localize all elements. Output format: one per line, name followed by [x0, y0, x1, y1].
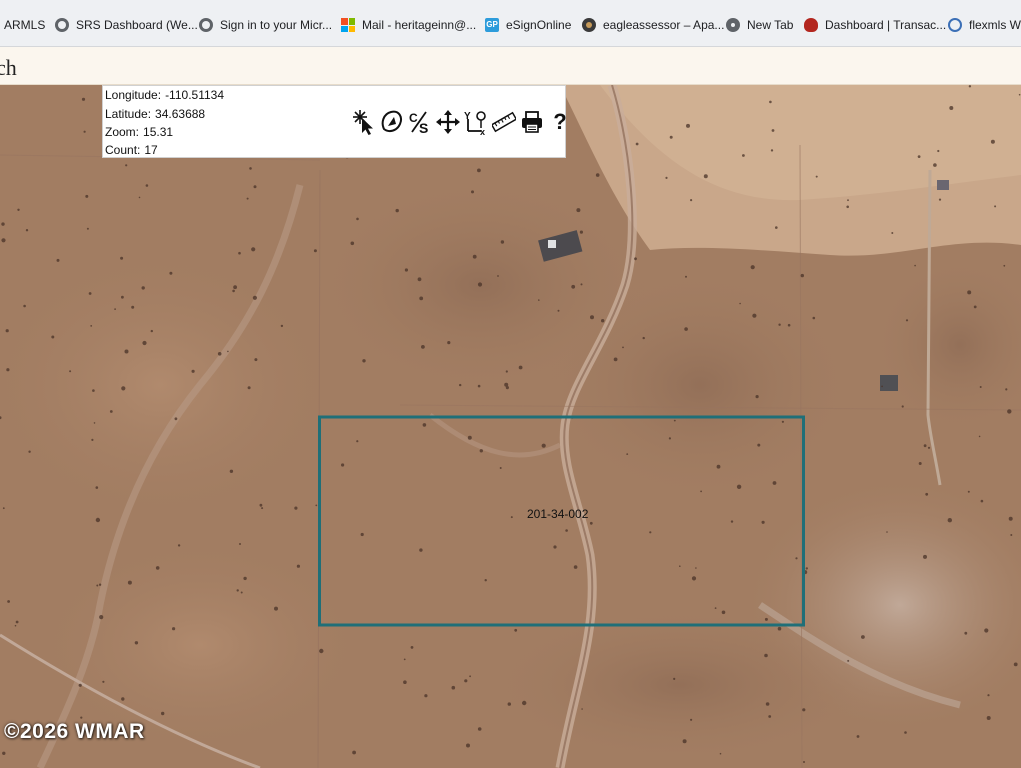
- page-title: ch: [0, 55, 17, 80]
- svg-text:x: x: [480, 127, 485, 135]
- bookmark-flexmls[interactable]: flexmls We: [948, 18, 1021, 32]
- identify-tool-button[interactable]: [352, 109, 376, 135]
- globe-icon: [55, 18, 69, 32]
- svg-text:S: S: [419, 120, 428, 135]
- bookmark-label: Dashboard | Transac...: [825, 18, 947, 32]
- bookmark-esignonline[interactable]: GP eSignOnline: [485, 18, 571, 32]
- microsoft-icon: [341, 18, 355, 32]
- aerial-map[interactable]: [0, 85, 1021, 768]
- bookmark-label: SRS Dashboard (We...: [76, 18, 198, 32]
- bookmark-label: ARMLS: [4, 18, 46, 32]
- help-tool-button[interactable]: ?: [548, 109, 572, 135]
- printer-icon: [522, 111, 542, 133]
- bookmark-label: eSignOnline: [506, 18, 572, 32]
- bookmark-mail[interactable]: Mail - heritageinn@...: [341, 18, 476, 32]
- measure-tool-button[interactable]: [492, 109, 516, 135]
- gp-icon: GP: [485, 18, 499, 32]
- percent-tool-button[interactable]: C S: [408, 109, 432, 135]
- flexmls-icon: [948, 18, 962, 32]
- copyright-watermark: ©2026 WMAR: [4, 720, 145, 743]
- longitude-label: Longitude:: [105, 88, 162, 102]
- bookmark-label: flexmls We: [969, 18, 1021, 32]
- aerial-imagery: [0, 85, 1021, 768]
- bookmark-label: Mail - heritageinn@...: [362, 18, 477, 32]
- xy-coordinate-icon: Y x: [464, 111, 486, 135]
- chrome-icon: [726, 18, 740, 32]
- zoom-readout: Zoom: 15.31: [105, 125, 173, 139]
- bookmark-srs-dashboard[interactable]: SRS Dashboard (We...: [55, 18, 198, 32]
- bookmarks-bar: ARMLS SRS Dashboard (We... Sign in to yo…: [0, 0, 1021, 47]
- zoom-label: Zoom:: [105, 125, 140, 139]
- lasso-select-tool-button[interactable]: [380, 109, 404, 135]
- zoom-value: 15.31: [143, 125, 174, 139]
- ruler-icon: [492, 111, 516, 133]
- latitude-readout: Latitude: 34.63688: [105, 107, 205, 121]
- help-icon: ?: [553, 109, 567, 134]
- dashboard-icon: [804, 18, 818, 32]
- page-header: ch: [0, 47, 1021, 85]
- count-value: 17: [144, 143, 158, 157]
- svg-text:C: C: [409, 111, 418, 125]
- lasso-icon: [381, 110, 402, 133]
- bookmark-new-tab[interactable]: New Tab: [726, 18, 793, 32]
- bookmark-label: eagleassessor – Apa...: [603, 18, 725, 32]
- latitude-label: Latitude:: [105, 107, 152, 121]
- parcel-id-label: 201-34-002: [527, 507, 589, 521]
- longitude-value: -110.51134: [165, 88, 225, 102]
- eagle-icon: [582, 18, 596, 32]
- globe-icon: [199, 18, 213, 32]
- count-label: Count:: [105, 143, 141, 157]
- pan-tool-button[interactable]: [436, 109, 460, 135]
- map-toolbar: C S Y x ?: [352, 108, 572, 136]
- bookmark-microsoft-signin[interactable]: Sign in to your Micr...: [199, 18, 332, 32]
- latitude-value: 34.63688: [155, 107, 206, 121]
- bookmark-label: Sign in to your Micr...: [220, 18, 333, 32]
- bookmark-label: New Tab: [747, 18, 794, 32]
- pan-arrows-icon: [436, 110, 460, 134]
- bookmark-armls[interactable]: ARMLS: [4, 18, 45, 32]
- bookmark-dashboard-transac[interactable]: Dashboard | Transac...: [804, 18, 946, 32]
- bookmark-eagleassessor[interactable]: eagleassessor – Apa...: [582, 18, 724, 32]
- xy-coordinate-tool-button[interactable]: Y x: [464, 109, 488, 135]
- percent-icon: C S: [409, 111, 428, 135]
- print-tool-button[interactable]: [520, 109, 544, 135]
- longitude-readout: Longitude: -110.51134: [105, 88, 224, 102]
- count-readout: Count: 17: [105, 143, 158, 157]
- identify-icon: [353, 110, 373, 135]
